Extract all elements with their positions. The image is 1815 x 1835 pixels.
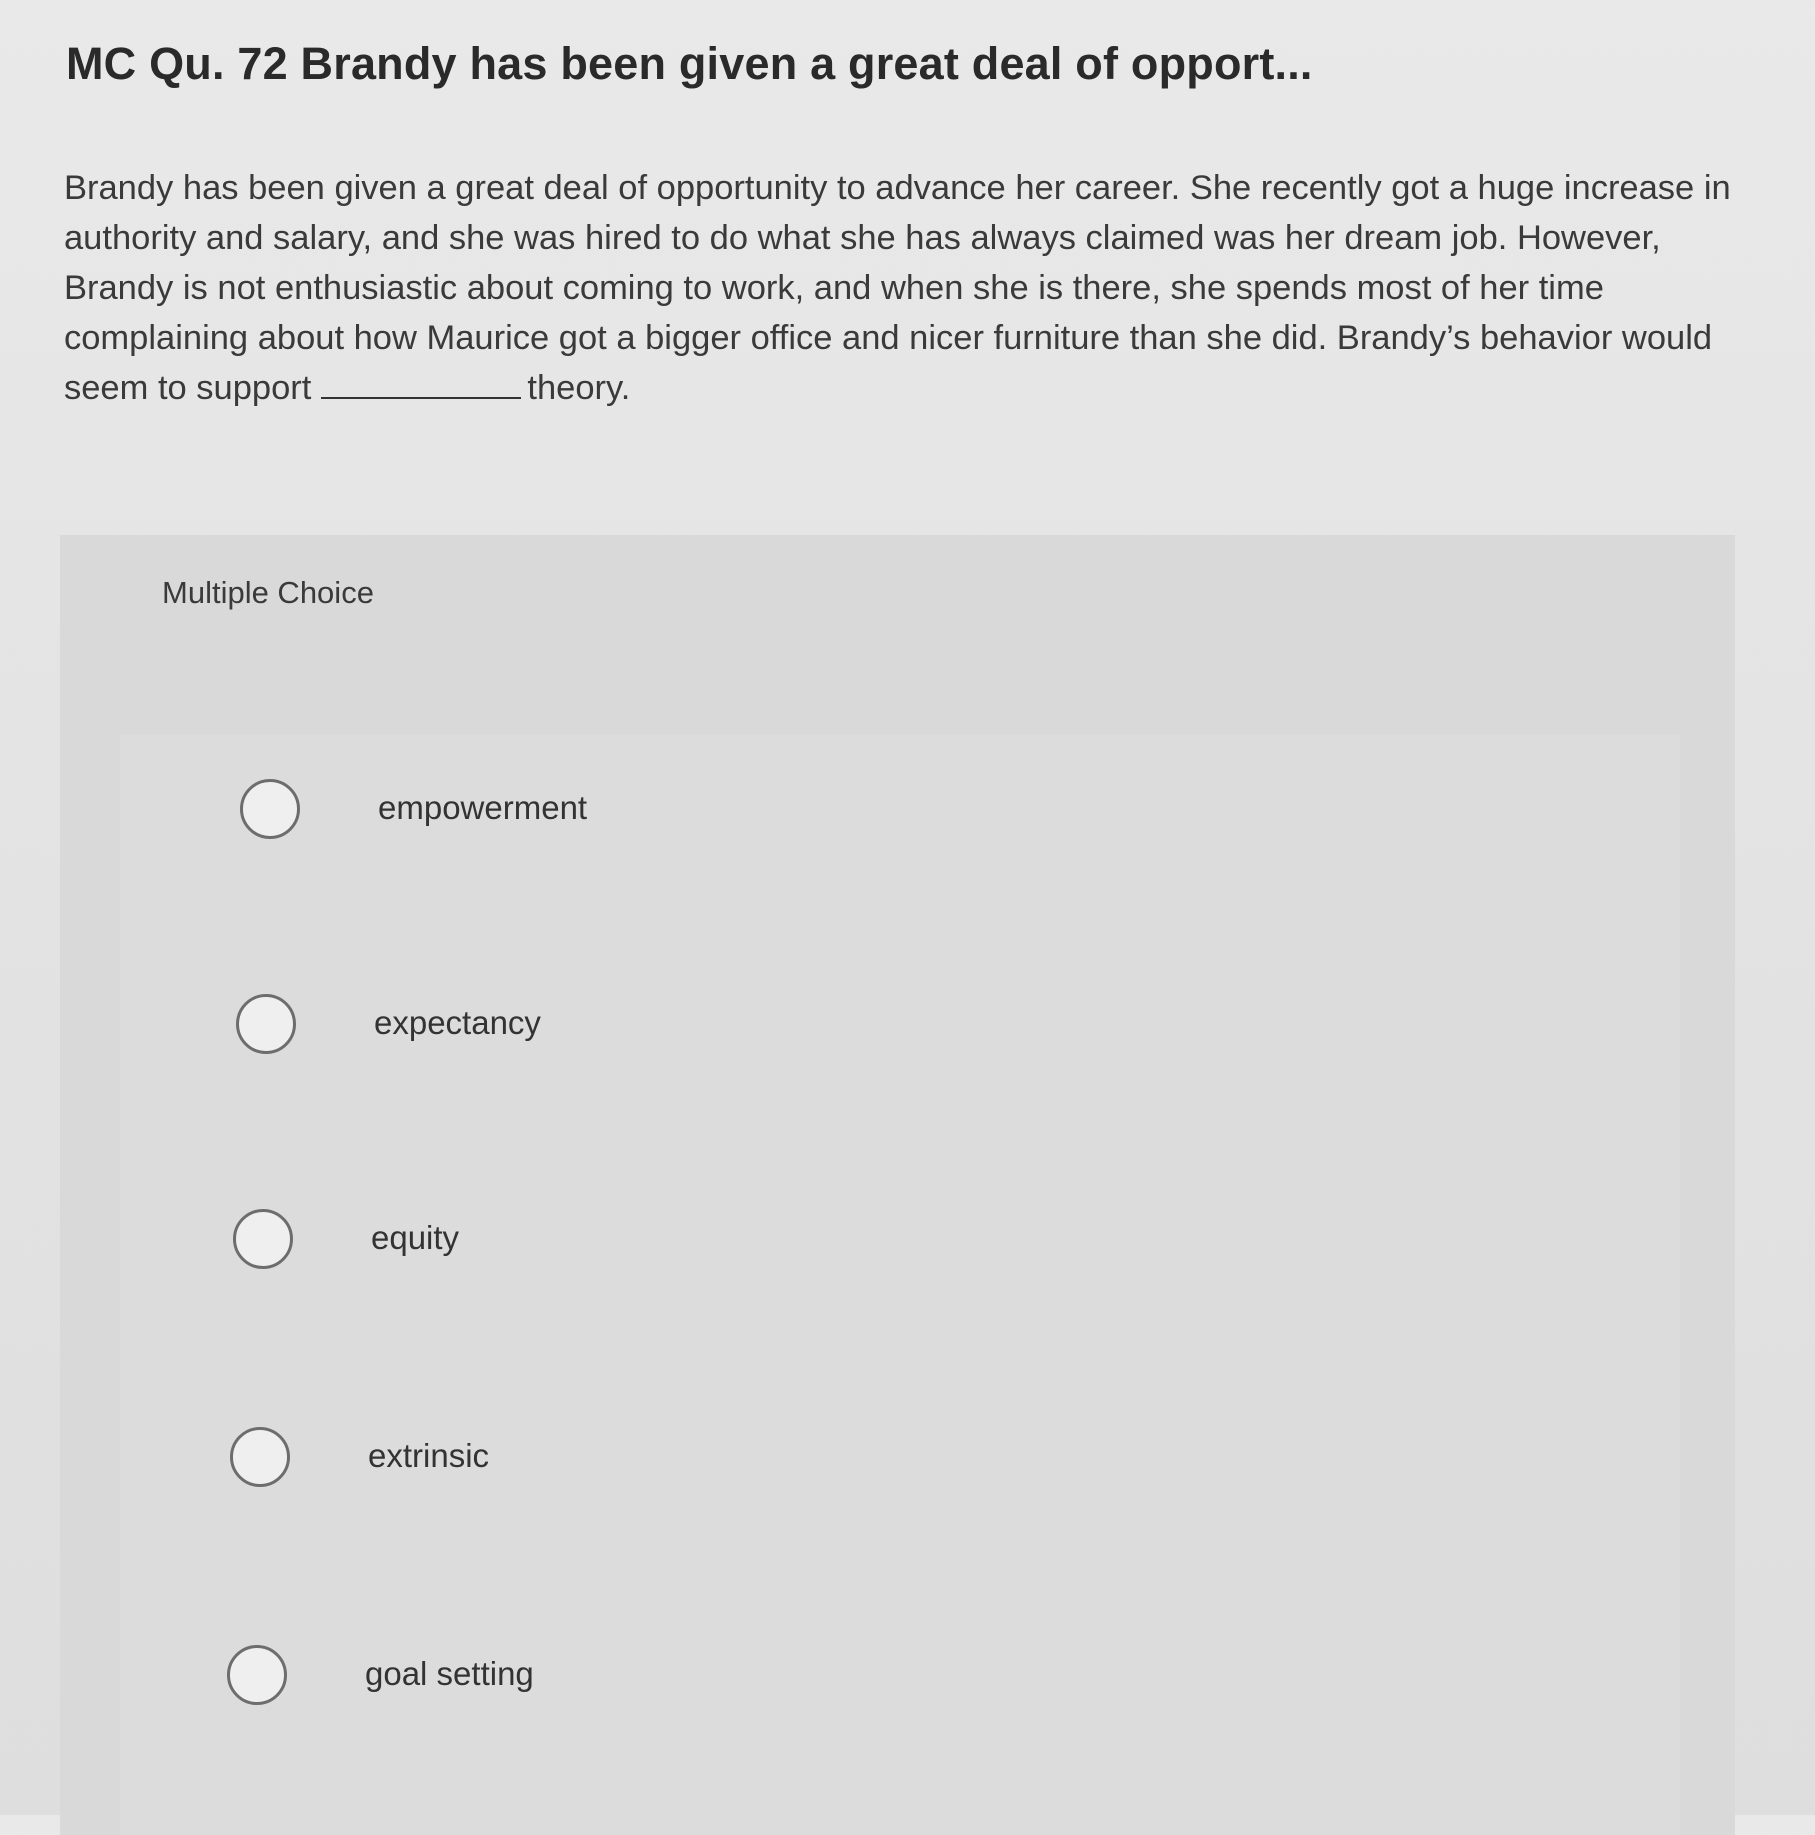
question-page: MC Qu. 72 Brandy has been given a great … — [0, 0, 1815, 1835]
choices-list: empowerment expectancy equity extrinsic … — [120, 735, 1680, 1835]
choices-heading: Multiple Choice — [162, 575, 374, 610]
choice-label-expectancy[interactable]: expectancy — [374, 1002, 541, 1044]
radio-button-empowerment[interactable] — [240, 779, 300, 839]
choice-option-expectancy[interactable]: expectancy — [116, 950, 1676, 1100]
choice-option-extrinsic[interactable]: extrinsic — [110, 1383, 1670, 1533]
question-text-main: Brandy has been given a great deal of op… — [64, 169, 1731, 407]
choice-label-goal-setting[interactable]: goal setting — [365, 1653, 534, 1695]
choice-label-empowerment[interactable]: empowerment — [378, 787, 587, 829]
multiple-choice-panel: Multiple Choice empowerment expectancy e… — [60, 535, 1735, 1835]
question-text-end: theory. — [527, 369, 631, 407]
radio-button-equity[interactable] — [233, 1209, 293, 1269]
radio-button-goal-setting[interactable] — [227, 1645, 287, 1705]
choice-label-extrinsic[interactable]: extrinsic — [368, 1435, 489, 1477]
answer-blank — [321, 367, 522, 399]
question-text: Brandy has been given a great deal of op… — [64, 163, 1764, 413]
radio-button-extrinsic[interactable] — [230, 1427, 290, 1487]
choice-option-empowerment[interactable]: empowerment — [120, 735, 1680, 885]
radio-button-expectancy[interactable] — [236, 994, 296, 1054]
question-title: MC Qu. 72 Brandy has been given a great … — [66, 38, 1313, 89]
choice-label-equity[interactable]: equity — [371, 1217, 459, 1259]
choice-option-equity[interactable]: equity — [113, 1165, 1673, 1315]
choice-option-goal-setting[interactable]: goal setting — [107, 1601, 1667, 1751]
